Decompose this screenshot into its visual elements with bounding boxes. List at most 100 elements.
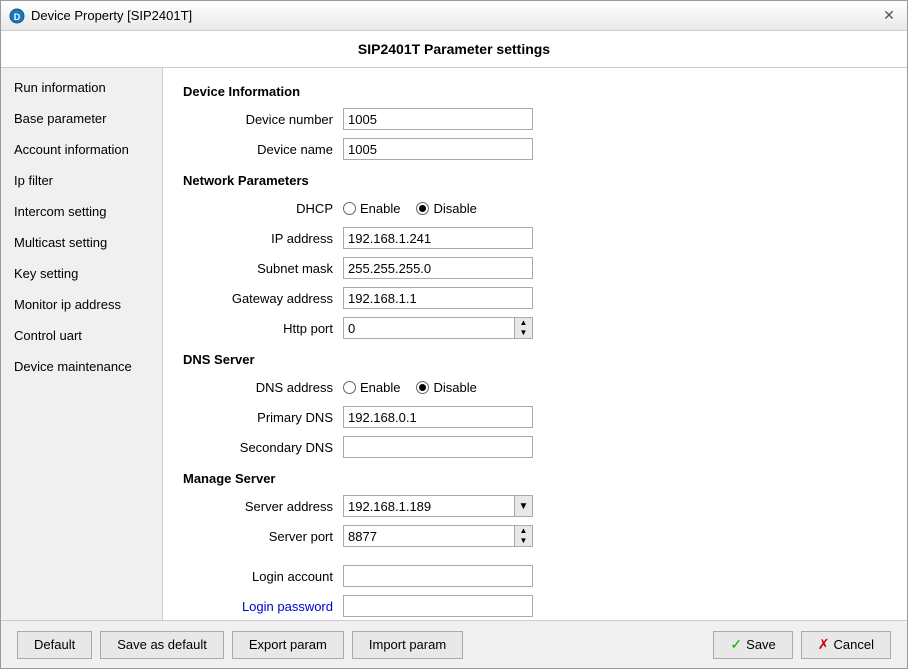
ip-address-input[interactable]	[343, 227, 533, 249]
login-account-row: Login account	[183, 564, 887, 588]
title-bar-left: D Device Property [SIP2401T]	[9, 8, 192, 24]
window-icon: D	[9, 8, 25, 24]
server-address-dropdown: ▼	[343, 495, 533, 517]
sidebar-item-ip-filter[interactable]: Ip filter	[1, 165, 162, 196]
device-number-label: Device number	[183, 112, 343, 127]
http-port-label: Http port	[183, 321, 343, 336]
cancel-button[interactable]: ✗ Cancel	[801, 631, 891, 659]
sidebar-item-device-maintenance[interactable]: Device maintenance	[1, 351, 162, 382]
subnet-mask-input[interactable]	[343, 257, 533, 279]
sidebar: Run information Base parameter Account i…	[1, 68, 163, 620]
device-number-row: Device number	[183, 107, 887, 131]
dns-radio-group: Enable Disable	[343, 380, 477, 395]
http-port-spinner: ▲ ▼	[343, 317, 533, 339]
section-manage-server-title: Manage Server	[183, 471, 887, 486]
dns-enable-label: Enable	[360, 380, 400, 395]
server-address-row: Server address ▼	[183, 494, 887, 518]
server-port-spinner-buttons: ▲ ▼	[515, 525, 533, 547]
server-address-dropdown-btn[interactable]: ▼	[515, 495, 533, 517]
default-button[interactable]: Default	[17, 631, 92, 659]
subnet-mask-row: Subnet mask	[183, 256, 887, 280]
dhcp-disable-option[interactable]: Disable	[416, 201, 476, 216]
dhcp-row: DHCP Enable Disable	[183, 196, 887, 220]
dns-address-label: DNS address	[183, 380, 343, 395]
dhcp-disable-label: Disable	[433, 201, 476, 216]
save-as-default-button[interactable]: Save as default	[100, 631, 224, 659]
dns-address-row: DNS address Enable Disable	[183, 375, 887, 399]
server-port-input[interactable]	[343, 525, 515, 547]
gateway-address-label: Gateway address	[183, 291, 343, 306]
section-device-info-title: Device Information	[183, 84, 887, 99]
server-address-label: Server address	[183, 499, 343, 514]
sidebar-item-monitor-ip-address[interactable]: Monitor ip address	[1, 289, 162, 320]
subnet-mask-label: Subnet mask	[183, 261, 343, 276]
server-address-input[interactable]	[343, 495, 515, 517]
section-network-params-title: Network Parameters	[183, 173, 887, 188]
content-area: Run information Base parameter Account i…	[1, 68, 907, 620]
dns-enable-option[interactable]: Enable	[343, 380, 400, 395]
main-window: D Device Property [SIP2401T] ✕ SIP2401T …	[0, 0, 908, 669]
ip-address-row: IP address	[183, 226, 887, 250]
dialog-header: SIP2401T Parameter settings	[1, 31, 907, 68]
device-number-input[interactable]	[343, 108, 533, 130]
export-param-button[interactable]: Export param	[232, 631, 344, 659]
gateway-address-row: Gateway address	[183, 286, 887, 310]
login-password-row: Login password	[183, 594, 887, 618]
sidebar-item-key-setting[interactable]: Key setting	[1, 258, 162, 289]
dhcp-label: DHCP	[183, 201, 343, 216]
svg-text:D: D	[14, 12, 21, 22]
secondary-dns-row: Secondary DNS	[183, 435, 887, 459]
import-param-button[interactable]: Import param	[352, 631, 463, 659]
save-check-icon: ✓	[730, 636, 742, 653]
server-port-up-btn[interactable]: ▲	[515, 526, 532, 536]
http-port-input[interactable]	[343, 317, 515, 339]
section-dns-server-title: DNS Server	[183, 352, 887, 367]
primary-dns-label: Primary DNS	[183, 410, 343, 425]
http-port-down-btn[interactable]: ▼	[515, 328, 532, 338]
title-bar: D Device Property [SIP2401T] ✕	[1, 1, 907, 31]
http-port-up-btn[interactable]: ▲	[515, 318, 532, 328]
http-port-spinner-buttons: ▲ ▼	[515, 317, 533, 339]
dns-enable-radio[interactable]	[343, 381, 356, 394]
http-port-row: Http port ▲ ▼	[183, 316, 887, 340]
login-account-input[interactable]	[343, 565, 533, 587]
save-label: Save	[746, 637, 776, 652]
gateway-address-input[interactable]	[343, 287, 533, 309]
secondary-dns-label: Secondary DNS	[183, 440, 343, 455]
footer: Default Save as default Export param Imp…	[1, 620, 907, 668]
cancel-x-icon: ✗	[818, 636, 830, 653]
sidebar-item-account-information[interactable]: Account information	[1, 134, 162, 165]
primary-dns-input[interactable]	[343, 406, 533, 428]
dialog-title: SIP2401T Parameter settings	[358, 41, 550, 57]
dns-disable-option[interactable]: Disable	[416, 380, 476, 395]
server-port-spinner: ▲ ▼	[343, 525, 533, 547]
close-button[interactable]: ✕	[879, 6, 899, 26]
dns-disable-label: Disable	[433, 380, 476, 395]
sidebar-item-control-uart[interactable]: Control uart	[1, 320, 162, 351]
server-port-row: Server port ▲ ▼	[183, 524, 887, 548]
sidebar-item-intercom-setting[interactable]: Intercom setting	[1, 196, 162, 227]
cancel-label: Cancel	[834, 637, 874, 652]
window-title: Device Property [SIP2401T]	[31, 8, 192, 23]
sidebar-item-run-information[interactable]: Run information	[1, 72, 162, 103]
save-button[interactable]: ✓ Save	[713, 631, 792, 659]
secondary-dns-input[interactable]	[343, 436, 533, 458]
login-account-label: Login account	[183, 569, 343, 584]
dhcp-enable-radio[interactable]	[343, 202, 356, 215]
login-password-input[interactable]	[343, 595, 533, 617]
device-name-label: Device name	[183, 142, 343, 157]
server-port-down-btn[interactable]: ▼	[515, 536, 532, 546]
dns-disable-radio[interactable]	[416, 381, 429, 394]
main-panel: Device Information Device number Device …	[163, 68, 907, 620]
device-name-input[interactable]	[343, 138, 533, 160]
dhcp-enable-label: Enable	[360, 201, 400, 216]
dhcp-enable-option[interactable]: Enable	[343, 201, 400, 216]
sidebar-item-multicast-setting[interactable]: Multicast setting	[1, 227, 162, 258]
dhcp-disable-radio[interactable]	[416, 202, 429, 215]
primary-dns-row: Primary DNS	[183, 405, 887, 429]
login-password-label: Login password	[183, 599, 343, 614]
sidebar-item-base-parameter[interactable]: Base parameter	[1, 103, 162, 134]
device-name-row: Device name	[183, 137, 887, 161]
dhcp-radio-group: Enable Disable	[343, 201, 477, 216]
server-port-label: Server port	[183, 529, 343, 544]
